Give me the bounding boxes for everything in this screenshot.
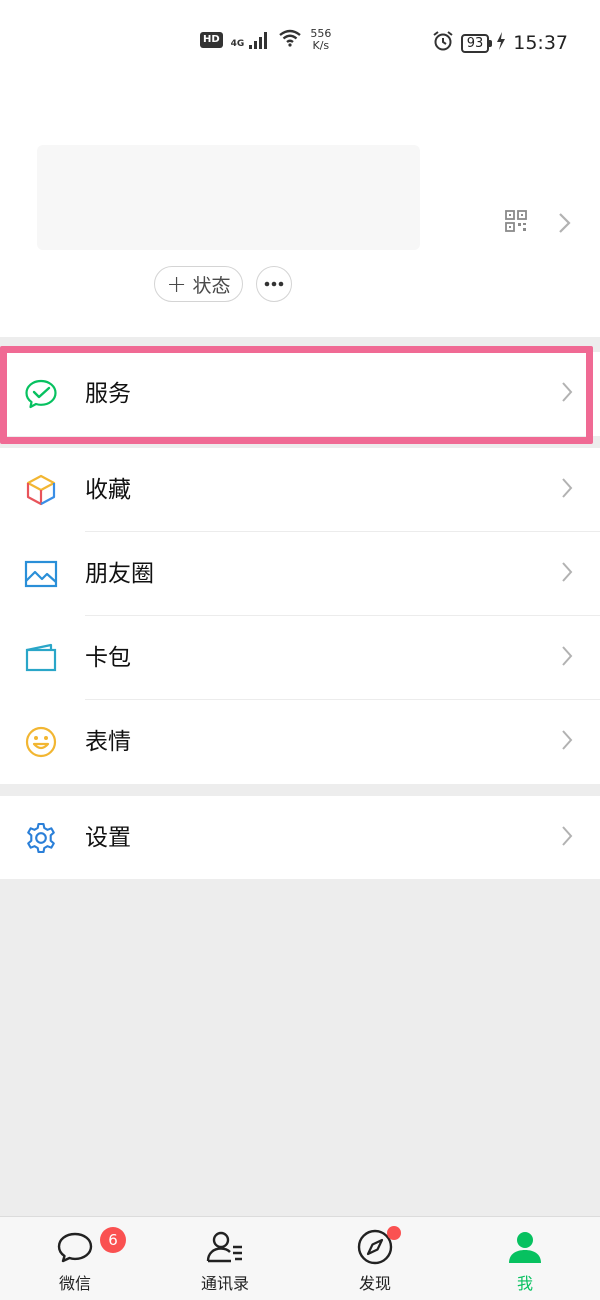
status-button-label: 状态 — [192, 274, 231, 297]
person-icon — [505, 1227, 545, 1267]
more-button[interactable] — [256, 266, 292, 302]
tab-label: 微信 — [58, 1274, 91, 1293]
tab-label: 我 — [516, 1274, 533, 1293]
profile-header[interactable]: + 状态 — [0, 90, 600, 337]
network-type: 4G — [230, 39, 245, 49]
menu-item-label: 卡包 — [85, 645, 131, 671]
moments-picture-icon — [24, 557, 58, 591]
charging-icon — [496, 32, 506, 54]
hd-indicator: HD — [200, 32, 223, 48]
bottom-tab-bar: 6 微信 通讯录 发现 我 — [0, 1216, 600, 1300]
favorites-cube-icon — [24, 473, 58, 507]
clock: 15:37 — [513, 32, 568, 54]
status-bar-left: HD 4G 556 K/s — [200, 28, 331, 52]
ellipsis-icon — [264, 281, 284, 287]
alarm-icon — [432, 30, 454, 56]
chat-bubble-icon — [55, 1227, 95, 1267]
chevron-right-icon — [561, 729, 573, 755]
unread-badge: 6 — [100, 1227, 126, 1253]
chevron-right-icon — [561, 477, 573, 503]
contacts-icon — [205, 1227, 245, 1267]
chevron-right-icon — [561, 645, 573, 671]
add-status-button[interactable]: + 状态 — [154, 266, 243, 302]
network-speed-unit: K/s — [312, 39, 330, 52]
chevron-right-icon — [561, 561, 573, 587]
chevron-right-icon — [561, 825, 573, 851]
menu-item-card-wallet[interactable]: 卡包 — [0, 616, 600, 700]
wifi-icon — [278, 29, 302, 51]
status-bar-right: 93 15:37 — [432, 30, 568, 56]
discover-new-dot — [387, 1226, 401, 1240]
signal-icon: 4G — [231, 31, 271, 49]
menu-item-label: 设置 — [85, 825, 131, 851]
menu-item-stickers[interactable]: 表情 — [0, 700, 600, 784]
tab-me[interactable]: 我 — [465, 1217, 585, 1300]
tab-discover[interactable]: 发现 — [315, 1217, 435, 1300]
menu-item-label: 朋友圈 — [85, 561, 154, 587]
highlight-annotation — [0, 346, 593, 444]
menu-item-moments[interactable]: 朋友圈 — [0, 532, 600, 616]
menu-item-favorites[interactable]: 收藏 — [0, 448, 600, 532]
sticker-smile-icon — [24, 725, 58, 759]
plus-icon: + — [166, 270, 187, 298]
menu-item-settings[interactable]: 设置 — [0, 796, 600, 879]
tab-label: 发现 — [358, 1274, 391, 1293]
menu-item-label: 收藏 — [85, 477, 131, 503]
qr-code-icon[interactable] — [505, 210, 527, 236]
battery-indicator: 93 — [460, 33, 492, 53]
chevron-right-icon[interactable] — [558, 212, 572, 238]
profile-info-redacted[interactable] — [37, 145, 420, 250]
settings-gear-icon — [24, 821, 58, 855]
tab-contacts[interactable]: 通讯录 — [165, 1217, 285, 1300]
menu-item-label: 表情 — [85, 729, 131, 755]
tab-label: 通讯录 — [200, 1274, 249, 1293]
tab-chats[interactable]: 6 微信 — [15, 1217, 135, 1300]
status-bar: HD 4G 556 K/s 93 15:37 — [0, 0, 600, 90]
network-speed: 556 K/s — [310, 28, 331, 52]
card-wallet-icon — [24, 641, 58, 675]
